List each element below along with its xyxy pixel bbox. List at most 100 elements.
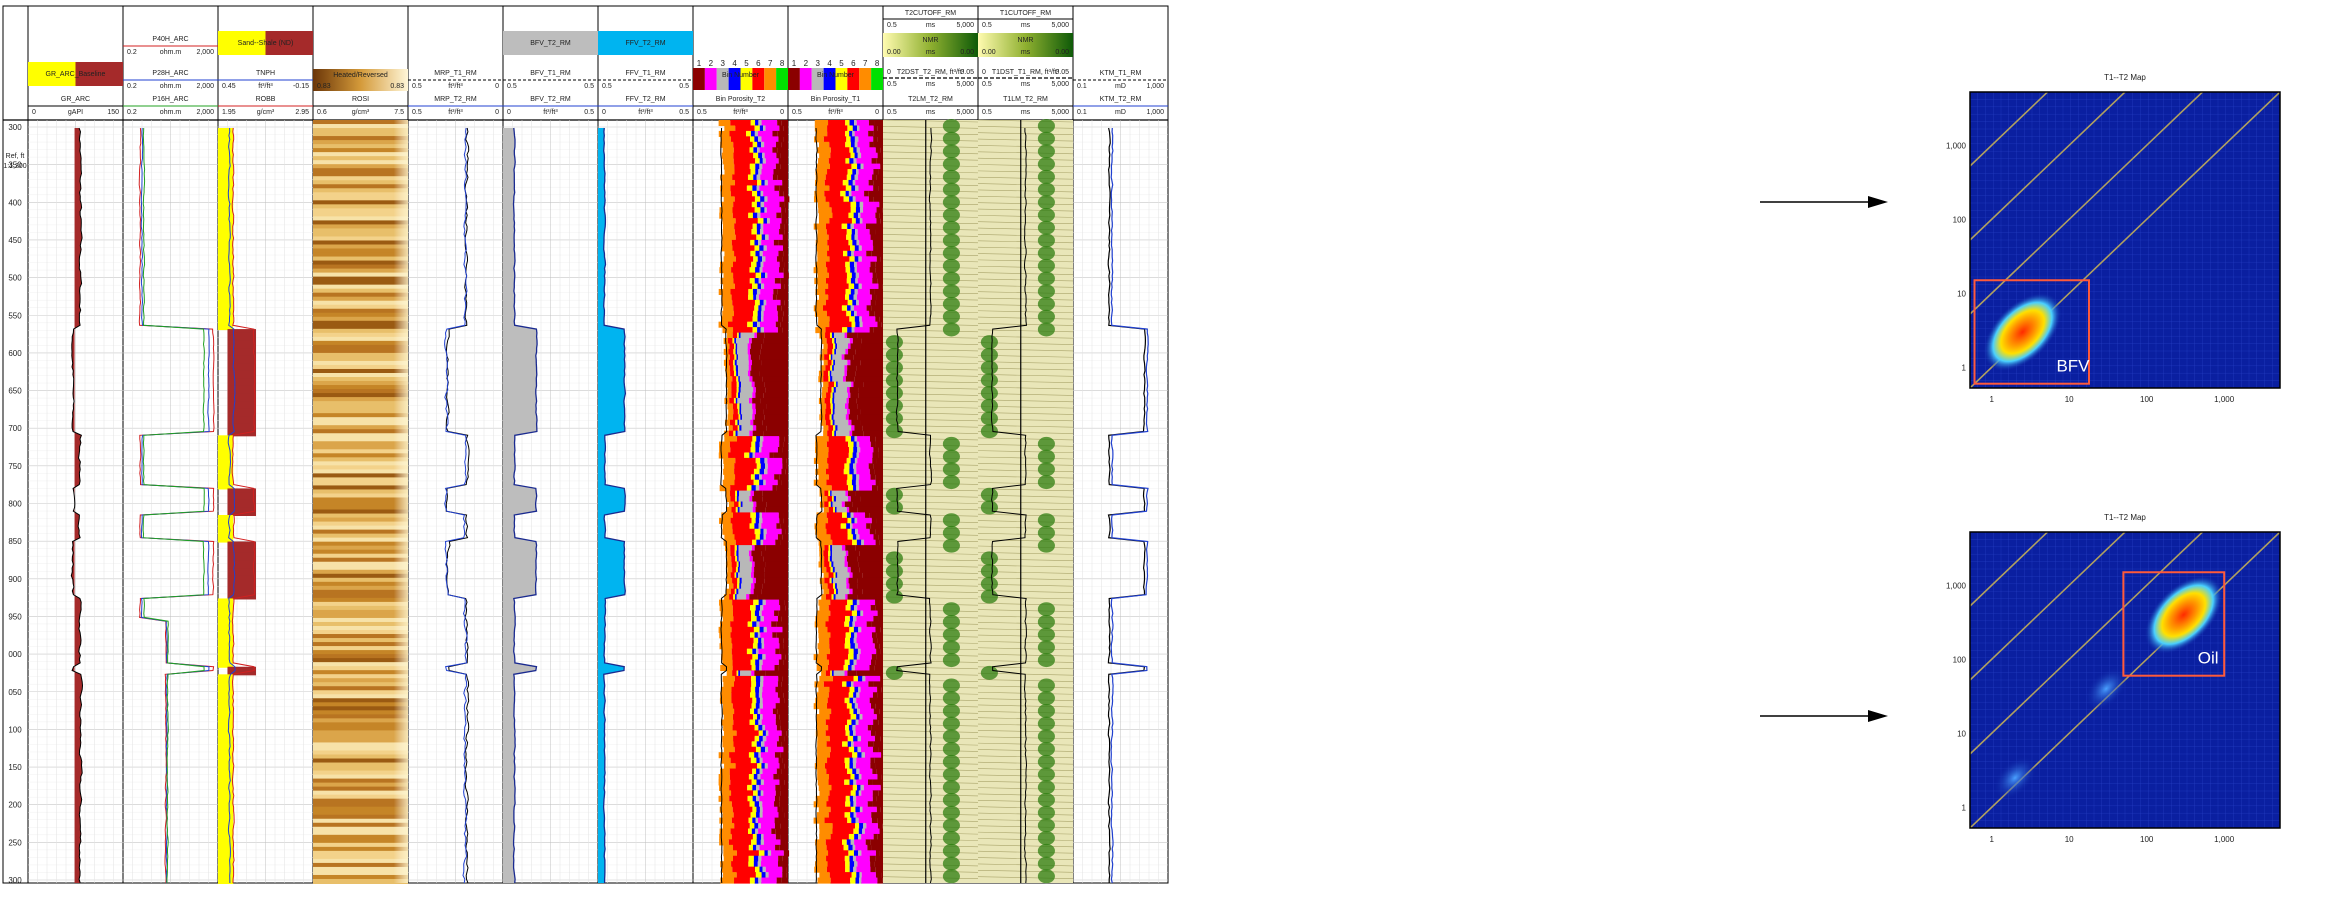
nmr-peak xyxy=(885,576,903,591)
bin-segment xyxy=(748,861,754,868)
scale-min: 0 xyxy=(982,69,986,76)
bin-segment xyxy=(756,436,761,443)
bin-segment xyxy=(848,648,854,655)
bin-segment xyxy=(854,130,869,137)
bin-segment xyxy=(738,550,749,557)
bin-segment xyxy=(867,741,874,748)
bin-segment xyxy=(851,250,854,257)
bin-segment xyxy=(857,152,862,159)
nmr-peak xyxy=(942,246,960,261)
bin-segment xyxy=(815,861,828,868)
nmr-peak xyxy=(1037,284,1055,299)
bin-segment xyxy=(732,714,754,721)
bin-segment xyxy=(828,545,831,552)
bin-segment xyxy=(730,447,751,454)
bin-segment xyxy=(738,545,752,552)
bin-segment-last xyxy=(878,169,883,176)
bin-segment xyxy=(858,790,862,797)
depth-label: 300 xyxy=(8,876,22,885)
bin-number: 4 xyxy=(827,59,832,68)
bin-segment xyxy=(748,365,752,372)
bin-segment xyxy=(830,550,833,557)
bin-segment xyxy=(861,872,876,879)
bin-segment xyxy=(748,855,754,862)
bin-segment xyxy=(877,610,884,617)
bin-segment-last xyxy=(786,457,788,464)
nmr-peak xyxy=(1037,525,1055,540)
nmr-peak xyxy=(942,169,960,184)
bin-segment xyxy=(864,828,880,835)
bin-segment xyxy=(759,441,763,448)
scale-max: 150 xyxy=(107,109,119,116)
bin-segment xyxy=(856,261,871,268)
bin-segment xyxy=(727,556,732,563)
bin-segment xyxy=(832,823,856,830)
bin-segment xyxy=(824,190,841,197)
bin-segment xyxy=(845,724,849,731)
bin-segment xyxy=(831,387,834,394)
bin-segment xyxy=(813,196,826,203)
bin-segment xyxy=(752,648,756,655)
curve-name: P40H_ARC xyxy=(152,36,188,43)
bin-segment xyxy=(828,615,846,622)
bin-segment xyxy=(834,506,837,513)
curve-name: P16H_ARC xyxy=(152,96,188,103)
bin-segment xyxy=(858,686,861,693)
bin-segment xyxy=(763,839,781,846)
bin-segment xyxy=(755,485,760,492)
bin-segment xyxy=(856,659,872,666)
bin-segment xyxy=(853,250,867,257)
bin-segment xyxy=(843,196,850,203)
bin-segment xyxy=(852,724,856,731)
depth-label: 850 xyxy=(8,537,22,546)
bin-segment-last xyxy=(871,724,883,731)
bin-segment xyxy=(845,615,850,622)
bin-segment xyxy=(781,654,786,661)
bin-segment xyxy=(740,670,752,677)
bin-segment xyxy=(778,861,783,868)
bin-segment xyxy=(750,490,754,497)
bin-segment xyxy=(760,839,764,846)
bin-segment xyxy=(767,272,784,279)
bin-segment-last xyxy=(882,823,883,830)
bin-segment xyxy=(753,294,757,301)
bin-segment xyxy=(855,790,859,797)
bin-segment xyxy=(718,288,731,295)
bin-segment xyxy=(747,795,753,802)
bin-segment xyxy=(856,474,860,481)
bin-segment xyxy=(731,239,751,246)
bin-segment-last xyxy=(763,556,788,563)
bin-segment xyxy=(858,850,862,857)
bin-segment xyxy=(733,681,752,688)
bin-segment xyxy=(749,523,755,530)
bin-segment xyxy=(859,201,864,208)
bin-segment xyxy=(819,823,833,830)
bin-segment xyxy=(866,305,872,312)
bin-segment xyxy=(732,577,738,584)
bin-segment xyxy=(856,637,873,644)
bin-segment xyxy=(758,855,762,862)
bin-segment xyxy=(737,506,740,513)
bin-segment-last xyxy=(784,599,788,606)
bin-segment-last xyxy=(780,724,788,731)
nmr-peak xyxy=(980,500,998,515)
bin-segment xyxy=(832,550,846,557)
bin-segment-last xyxy=(878,790,883,797)
bin-segment xyxy=(832,348,835,355)
bin-segment-last xyxy=(766,403,788,410)
bin-segment xyxy=(733,272,756,279)
bin-segment xyxy=(763,261,780,268)
bin-segment xyxy=(825,278,847,285)
fill-label: FFV_T2_RM xyxy=(625,40,665,47)
bin-segment xyxy=(846,310,852,317)
bin-segment xyxy=(747,321,753,328)
bin-segment xyxy=(847,594,858,601)
bin-segment xyxy=(847,817,852,824)
annotation-label: Oil xyxy=(2198,649,2219,668)
bin-segment xyxy=(756,812,760,819)
bin-segment xyxy=(853,708,858,715)
bin-segment xyxy=(740,561,753,568)
bin-segment xyxy=(846,234,852,241)
bin-segment xyxy=(723,730,737,737)
bin-segment xyxy=(774,278,781,285)
